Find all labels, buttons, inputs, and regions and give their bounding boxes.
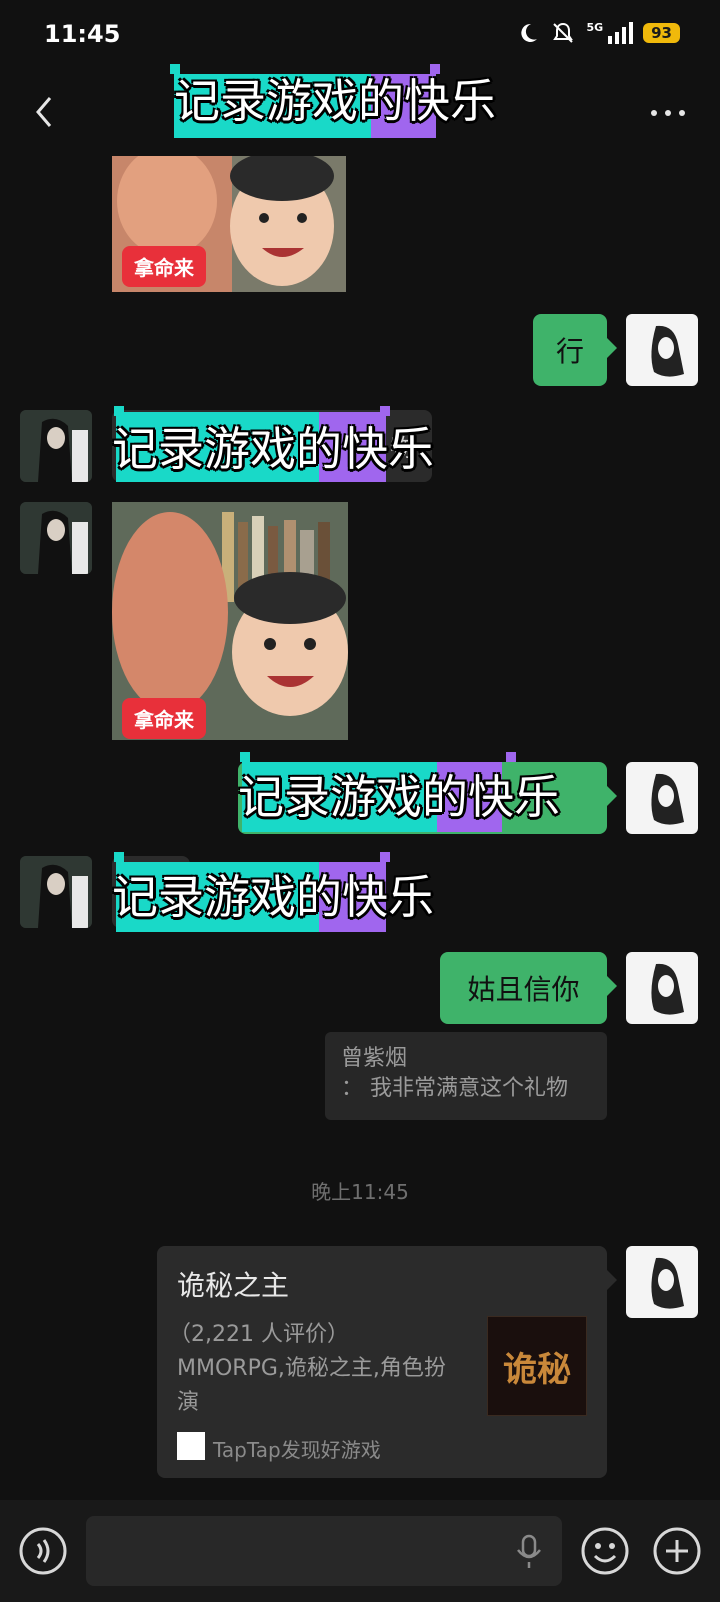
other-avatar-drawing (20, 856, 92, 928)
other-avatar-drawing (20, 410, 92, 482)
avatar-other[interactable] (20, 410, 92, 482)
overlay-caption-2: 记录游戏的快乐 (112, 852, 442, 932)
self-avatar-drawing (651, 325, 684, 377)
overlay-caption-text-right: 记录游戏的快乐 (238, 770, 560, 824)
emoji-icon[interactable] (580, 1526, 630, 1576)
self-avatar-drawing (651, 773, 684, 825)
status-bar: 11:45 5G 93 (0, 0, 720, 70)
overlay-caption-text-2: 记录游戏的快乐 (112, 870, 434, 924)
self-avatar-drawing (651, 1257, 684, 1309)
quote-sender: 曾紫烟 (341, 1046, 408, 1071)
share-card[interactable]: 诡秘之主 （2,221 人评价） MMORPG,诡秘之主,角色扮演 诡秘 Tap… (157, 1246, 617, 1478)
moon-icon (521, 23, 538, 42)
overlay-caption-1: 记录游戏的快乐 (112, 406, 442, 482)
self-avatar-drawing (651, 963, 684, 1015)
sticker-label-1: 拿命来 (122, 246, 206, 287)
sticker-image-1[interactable]: 拿命来 (112, 156, 346, 292)
avatar-self[interactable] (626, 314, 698, 386)
avatar-self[interactable] (626, 1246, 698, 1318)
overlay-caption-right: 记录游戏的快乐 (238, 752, 578, 832)
other-avatar-drawing (20, 502, 92, 574)
card-source-icon (177, 1432, 205, 1460)
voice-icon[interactable] (18, 1526, 68, 1576)
bubble-arrow (607, 786, 617, 806)
card-description: MMORPG,诡秘之主,角色扮演 (177, 1356, 446, 1415)
plus-circle-icon[interactable] (652, 1526, 702, 1576)
avatar-other[interactable] (20, 502, 92, 574)
sticker-image-2[interactable]: 拿命来 (112, 502, 348, 740)
mute-bell-icon (553, 22, 574, 43)
card-title: 诡秘之主 (177, 1269, 290, 1302)
bubble-arrow (607, 338, 617, 358)
avatar-self[interactable] (626, 762, 698, 834)
status-icons: 5G 93 (516, 20, 680, 46)
message-bubble-ok[interactable]: 行 (533, 314, 617, 386)
sticker-label-2: 拿命来 (122, 698, 206, 739)
mic-icon[interactable] (514, 1534, 544, 1570)
signal-icon (608, 22, 634, 44)
bubble-arrow (607, 976, 617, 996)
status-time: 11:45 (44, 20, 121, 48)
battery-badge: 93 (643, 23, 680, 43)
bubble-arrow (607, 1270, 617, 1290)
avatar-self[interactable] (626, 952, 698, 1024)
card-rating: （2,221 人评价） (169, 1322, 349, 1347)
overlay-caption-text-1: 记录游戏的快乐 (112, 422, 434, 476)
avatar-other[interactable] (20, 856, 92, 928)
quoted-message[interactable]: 曾紫烟 ： 我非常满意这个礼物 (325, 1032, 607, 1120)
time-separator: 晚上11:45 (311, 1180, 409, 1204)
input-bar (0, 1500, 720, 1602)
message-text-ok: 行 (555, 335, 584, 368)
card-thumbnail-text: 诡秘 (503, 1349, 571, 1390)
more-dots-icon[interactable] (646, 98, 690, 128)
message-text-trust: 姑且信你 (467, 973, 580, 1006)
quote-text: ： 我非常满意这个礼物 (341, 1076, 568, 1101)
header-caption-sticker: 记录游戏的快乐 (170, 64, 496, 142)
card-source: TapTap发现好游戏 (213, 1438, 381, 1462)
network-label: 5G (586, 20, 604, 34)
card-thumbnail: 诡秘 (487, 1316, 587, 1416)
chevron-left-icon[interactable] (26, 92, 66, 132)
message-input[interactable] (86, 1516, 562, 1586)
message-bubble-trust[interactable]: 姑且信你 (440, 952, 617, 1024)
header-caption-text: 记录游戏的快乐 (174, 74, 496, 128)
